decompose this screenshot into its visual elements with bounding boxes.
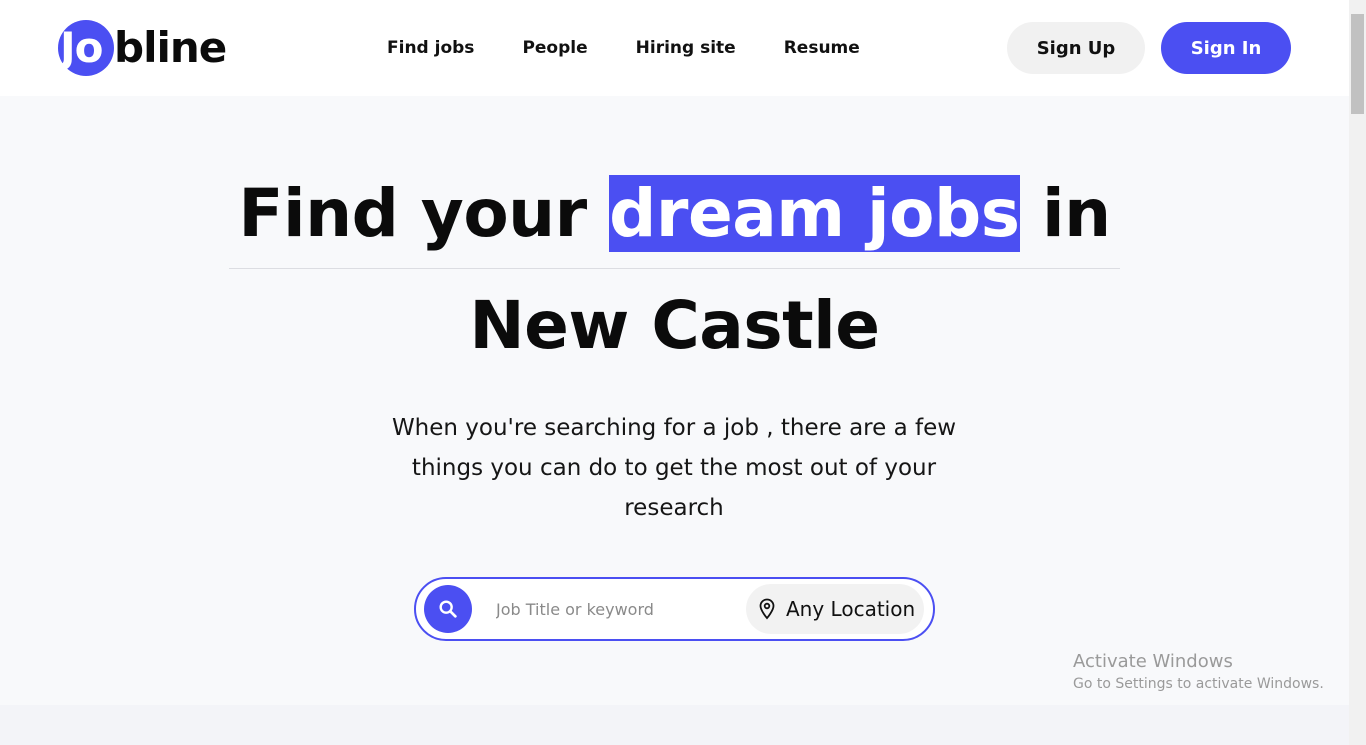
hero-title-before: Find your [238,175,610,252]
sign-up-button[interactable]: Sign Up [1007,22,1145,74]
vertical-scrollbar[interactable] [1349,0,1366,745]
hero-title-highlight: dream jobs [609,175,1020,252]
nav-people[interactable]: People [522,36,587,60]
watermark-title: Activate Windows [1073,651,1233,672]
page: Jo bline Find jobs People Hiring site Re… [0,0,1366,745]
hero-title: Find your dream jobs in [229,170,1120,269]
next-section-band [0,705,1349,745]
job-title-input[interactable] [496,595,726,623]
jobline-logo[interactable]: Jo bline [58,19,248,77]
main-nav: Find jobs People Hiring site Resume [387,36,860,60]
hero-subtitle: When you're searching for a job , there … [391,415,957,521]
location-label: Any Location [786,597,916,621]
search-button[interactable] [424,585,472,633]
logo-suffix: bline [114,23,227,72]
nav-hiring-site[interactable]: Hiring site [636,36,736,60]
watermark-subtitle: Go to Settings to activate Windows. [1073,676,1324,692]
activate-windows-watermark: Activate Windows Go to Settings to activ… [1073,651,1324,695]
nav-find-jobs[interactable]: Find jobs [387,36,474,60]
map-pin-icon [759,598,775,620]
hero-title-after: in [1019,175,1111,252]
site-header: Jo bline Find jobs People Hiring site Re… [0,0,1349,96]
scrollbar-thumb[interactable] [1351,14,1364,114]
location-selector[interactable]: Any Location [746,584,924,634]
sign-in-button[interactable]: Sign In [1161,22,1291,74]
hero-title-location: New Castle [469,287,880,364]
nav-resume[interactable]: Resume [784,36,860,60]
logo-prefix: Jo [60,23,103,72]
search-icon [439,600,457,618]
job-search-bar: Any Location [414,577,935,641]
